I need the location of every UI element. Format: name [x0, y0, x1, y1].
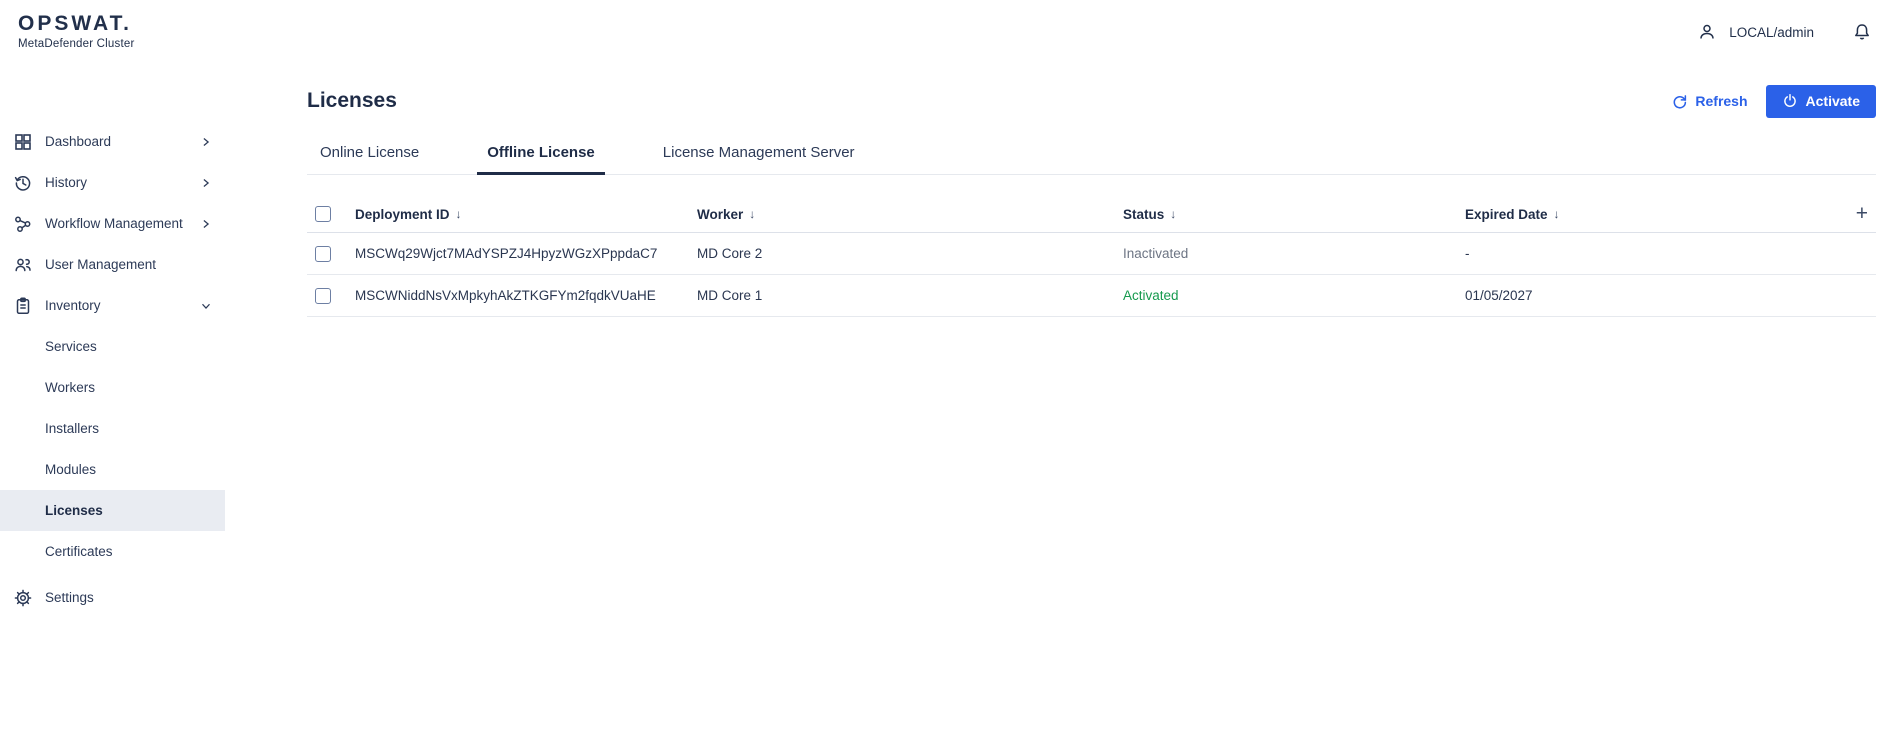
notifications-bell-icon[interactable]: [1852, 22, 1872, 42]
sidebar-subitem-label: Licenses: [45, 503, 103, 518]
column-header-expired-date[interactable]: Expired Date ↓: [1465, 207, 1842, 222]
sidebar-item-installers[interactable]: Installers: [0, 408, 225, 449]
column-header-deployment-id[interactable]: Deployment ID ↓: [355, 207, 697, 222]
column-label: Deployment ID: [355, 206, 450, 222]
power-icon: [1782, 93, 1798, 109]
activate-label: Activate: [1805, 93, 1860, 109]
cell-status: Activated: [1123, 288, 1179, 303]
sidebar-item-label: User Management: [45, 257, 157, 272]
sidebar-subitem-label: Certificates: [45, 544, 113, 559]
sidebar-subitem-label: Modules: [45, 462, 97, 477]
add-column-icon[interactable]: +: [1856, 203, 1868, 224]
sidebar-item-user-management[interactable]: User Management: [0, 244, 225, 285]
license-tabs: Online License Offline License License M…: [307, 144, 1876, 175]
workflow-icon: [13, 214, 33, 234]
licenses-table: Deployment ID ↓ Worker ↓ Status ↓ Expire…: [307, 196, 1876, 317]
refresh-button[interactable]: Refresh: [1671, 93, 1748, 110]
sidebar-item-licenses[interactable]: Licenses: [0, 490, 225, 531]
chevron-right-icon: [199, 217, 213, 231]
sidebar: Dashboard History Workflow Management Us…: [0, 64, 225, 747]
sort-desc-icon[interactable]: ↓: [1554, 207, 1560, 221]
chevron-down-icon: [199, 299, 213, 313]
sort-desc-icon[interactable]: ↓: [456, 207, 462, 221]
app-window: OPSWAT. MetaDefender Cluster LOCAL/admin: [0, 0, 1892, 747]
page-header: Licenses Refresh Activate: [307, 84, 1876, 118]
row-checkbox-cell: [307, 287, 355, 304]
sidebar-item-label: History: [45, 175, 88, 190]
sidebar-item-settings[interactable]: Settings: [0, 577, 225, 618]
sidebar-item-dashboard[interactable]: Dashboard: [0, 121, 225, 162]
cell-worker: MD Core 1: [697, 288, 763, 303]
inventory-clipboard-icon: [13, 296, 33, 316]
page-title: Licenses: [307, 89, 397, 112]
top-header: OPSWAT. MetaDefender Cluster LOCAL/admin: [0, 0, 1892, 64]
sidebar-item-label: Workflow Management: [45, 216, 183, 231]
chevron-right-icon: [199, 176, 213, 190]
cell-status: Inactivated: [1123, 246, 1189, 261]
column-label: Expired Date: [1465, 206, 1548, 222]
cell-deployment-id: MSCWq29Wjct7MAdYSPZJ4HpyzWGzXPppdaC7: [355, 246, 658, 261]
tab-online-license[interactable]: Online License: [310, 144, 429, 174]
table-row[interactable]: MSCWq29Wjct7MAdYSPZJ4HpyzWGzXPppdaC7 MD …: [307, 233, 1876, 275]
gear-icon: [13, 588, 33, 608]
table-row[interactable]: MSCWNiddNsVxMpkyhAkZTKGFYm2fqdkVUaHE MD …: [307, 275, 1876, 317]
main-content: Licenses Refresh Activate Online License…: [225, 64, 1892, 747]
page-actions: Refresh Activate: [1671, 84, 1876, 118]
sidebar-item-inventory[interactable]: Inventory: [0, 285, 225, 326]
cell-deployment-id: MSCWNiddNsVxMpkyhAkZTKGFYm2fqdkVUaHE: [355, 288, 656, 303]
sidebar-item-history[interactable]: History: [0, 162, 225, 203]
cell-expired-date: -: [1465, 246, 1470, 261]
row-checkbox-cell: [307, 245, 355, 262]
username-label[interactable]: LOCAL/admin: [1729, 25, 1814, 40]
refresh-label: Refresh: [1695, 93, 1748, 109]
sort-desc-icon[interactable]: ↓: [749, 207, 755, 221]
user-avatar-icon[interactable]: [1697, 22, 1717, 42]
row-checkbox[interactable]: [315, 287, 331, 304]
row-checkbox[interactable]: [315, 245, 331, 262]
history-icon: [13, 173, 33, 193]
sidebar-item-label: Inventory: [45, 298, 101, 313]
sidebar-item-workflow-management[interactable]: Workflow Management: [0, 203, 225, 244]
sidebar-item-label: Settings: [45, 590, 94, 605]
column-header-status[interactable]: Status ↓: [1123, 207, 1465, 222]
column-label: Status: [1123, 206, 1165, 222]
sidebar-item-workers[interactable]: Workers: [0, 367, 225, 408]
sidebar-subitem-label: Workers: [45, 380, 96, 395]
tab-license-management-server[interactable]: License Management Server: [653, 144, 865, 174]
tab-offline-license[interactable]: Offline License: [477, 144, 605, 175]
header-plus-cell: +: [1842, 203, 1876, 224]
brand-subtitle: MetaDefender Cluster: [18, 38, 135, 50]
sidebar-item-certificates[interactable]: Certificates: [0, 531, 225, 572]
brand-logo[interactable]: OPSWAT. MetaDefender Cluster: [18, 12, 135, 50]
dashboard-grid-icon: [13, 132, 33, 152]
brand-logo-text: OPSWAT.: [18, 12, 132, 35]
refresh-icon: [1671, 93, 1688, 110]
sidebar-item-services[interactable]: Services: [0, 326, 225, 367]
activate-button[interactable]: Activate: [1765, 84, 1876, 118]
sidebar-item-modules[interactable]: Modules: [0, 449, 225, 490]
sidebar-subitem-label: Services: [45, 339, 97, 354]
cell-expired-date: 01/05/2027: [1465, 288, 1533, 303]
chevron-right-icon: [199, 135, 213, 149]
select-all-checkbox[interactable]: [315, 206, 331, 222]
user-area: LOCAL/admin: [1697, 0, 1872, 64]
users-icon: [13, 255, 33, 275]
sort-desc-icon[interactable]: ↓: [1170, 207, 1176, 221]
column-label: Worker: [697, 206, 744, 222]
header-checkbox-cell: [307, 206, 355, 222]
sidebar-item-label: Dashboard: [45, 134, 112, 149]
column-header-worker[interactable]: Worker ↓: [697, 207, 1123, 222]
cell-worker: MD Core 2: [697, 246, 763, 261]
table-header-row: Deployment ID ↓ Worker ↓ Status ↓ Expire…: [307, 196, 1876, 233]
sidebar-subitem-label: Installers: [45, 421, 100, 436]
